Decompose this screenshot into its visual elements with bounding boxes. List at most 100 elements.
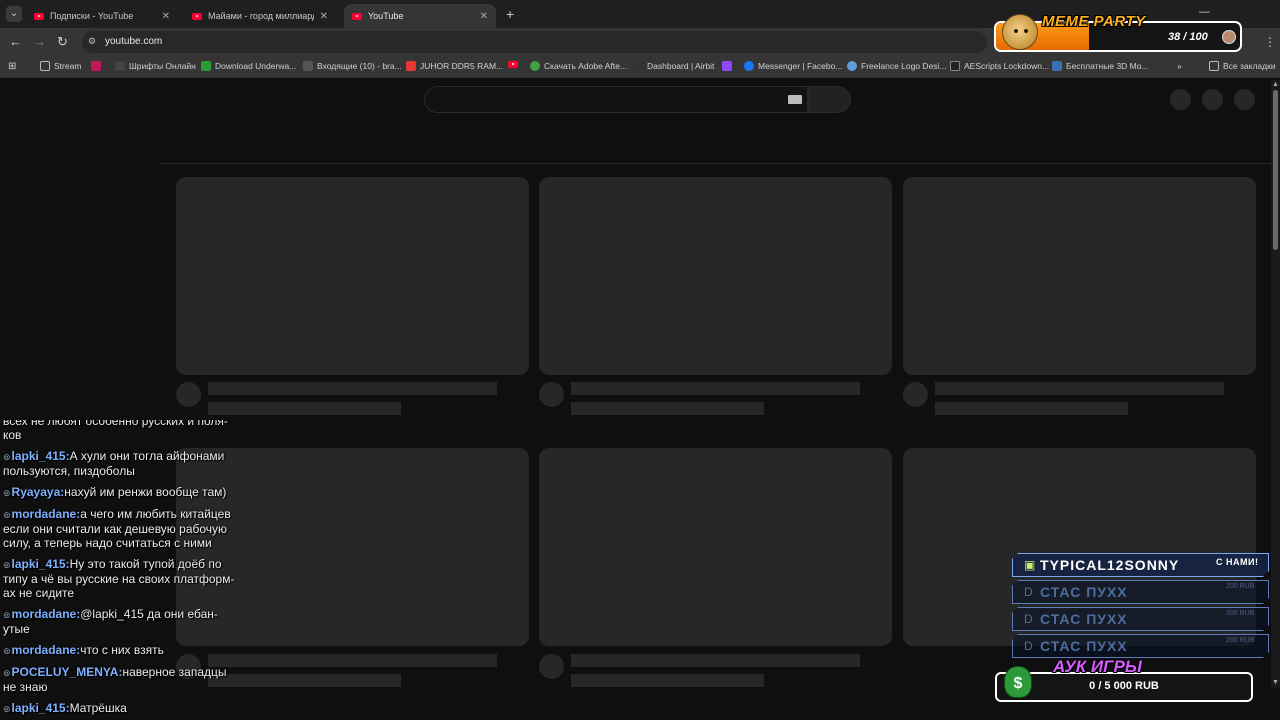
bookmark-messenger[interactable]: Messenger | Facebo... (744, 61, 842, 71)
tab-title: Майами - город миллиардеров (208, 11, 314, 21)
donation-name: TYPICAL12SONNY (1040, 557, 1180, 573)
twitch-icon: ▣ (1024, 558, 1036, 572)
meta-placeholder (208, 402, 401, 415)
bookmark-twitch[interactable] (722, 61, 732, 71)
minimize-icon[interactable]: — (1199, 6, 1210, 18)
arrow-left-icon[interactable]: ← (9, 34, 22, 49)
grid-icon[interactable]: ⊞ (8, 61, 19, 72)
chat-message-text: Матрёшка (69, 701, 127, 715)
donation-icon: D (1024, 612, 1033, 626)
keyboard-icon[interactable] (788, 95, 802, 104)
auction-title: АУК ИГРЫ (1053, 657, 1142, 676)
chat-username: Ryayaya: (11, 485, 65, 499)
chat-message-text: всех не любят особенно русских и поля-ко… (3, 420, 228, 442)
arrow-right-icon[interactable]: → (33, 34, 46, 49)
title-placeholder (571, 382, 860, 395)
chat-message: ⊚Ryayaya:нахуй им ренжи вообще там) (3, 485, 243, 500)
tab-title: Подписки - YouTube (50, 11, 134, 21)
chat-message: ⊚mordadane:а чего им любить китайцев есл… (3, 507, 243, 550)
chat-message: ⊚lapki_415:Ну это такой тупой доёб по ти… (3, 557, 243, 600)
auction-value: 0 / 5 000 RUB (1089, 680, 1159, 692)
search-input[interactable] (424, 86, 808, 113)
tab-miami[interactable]: Майами - город миллиардеров ✕ (184, 4, 336, 28)
facebook-icon (744, 61, 754, 71)
reload-icon[interactable]: ↻ (57, 34, 68, 50)
bookmark-favicon-icon (847, 61, 857, 71)
channel-avatar-placeholder (539, 654, 564, 679)
scrollbar-thumb[interactable] (1273, 90, 1278, 250)
bookmark-stream[interactable]: Stream (40, 61, 81, 71)
bookmark-aescripts[interactable]: AEScripts Lockdown... (950, 61, 1049, 71)
tab-search-button[interactable]: ⌄ (6, 6, 22, 22)
video-thumbnail-placeholder[interactable] (539, 177, 892, 375)
divider (160, 163, 1271, 164)
bookmark-fonts[interactable]: Шрифты Онлайн (115, 61, 196, 71)
with-us-label: С НАМИ! (1216, 557, 1259, 567)
folder-icon (40, 61, 50, 71)
close-icon[interactable]: ✕ (480, 11, 488, 22)
avatar[interactable] (1234, 89, 1255, 110)
channel-avatar-placeholder (903, 382, 928, 407)
meme-party-title: MEME PARTY (1042, 13, 1146, 30)
bookmark-favicon-icon (530, 61, 540, 71)
donation-amount: 200 RUB (1226, 610, 1255, 617)
close-icon[interactable]: ✕ (162, 11, 170, 22)
donation-name: СТАС ПУХХ (1040, 584, 1128, 600)
tab-subscriptions[interactable]: Подписки - YouTube ✕ (26, 4, 178, 28)
donation-amount: 200 RUB (1226, 637, 1255, 644)
twitch-icon (722, 61, 732, 71)
channel-avatar-placeholder (539, 382, 564, 407)
bookmark-airbit[interactable]: Dashboard | Airbit (633, 61, 714, 71)
bookmark-freelance[interactable]: Freelance Logo Desi... (847, 61, 947, 71)
chat-username: lapki_415: (11, 449, 70, 463)
chat-username: mordadane: (11, 607, 81, 621)
scroll-up-icon[interactable]: ▲ (1272, 81, 1279, 88)
doge-icon (1002, 14, 1038, 50)
folder-icon (1209, 61, 1219, 71)
chat-username: lapki_415: (11, 701, 70, 715)
chat-message: ⊚mordadane:@lapki_415 да они ебан-утые (3, 607, 243, 636)
video-thumbnail-placeholder[interactable] (903, 177, 1256, 375)
youtube-favicon-icon (508, 61, 518, 68)
video-thumbnail-placeholder[interactable] (176, 177, 529, 375)
bookmark-icon-only[interactable] (91, 61, 101, 71)
chat-message: ⊚lapki_415:Матрёшка (3, 701, 243, 716)
bookmark-inbox[interactable]: Входящие (10) - bra... (303, 61, 402, 71)
scroll-down-icon[interactable]: ▼ (1272, 679, 1279, 686)
url-text[interactable]: youtube.com (105, 36, 162, 47)
bookmark-favicon-icon (201, 61, 211, 71)
bookmark-3d-models[interactable]: Бесплатные 3D Mo... (1052, 61, 1149, 71)
youtube-favicon-icon (34, 12, 44, 20)
plus-icon[interactable]: + (506, 6, 514, 22)
bookmark-favicon-icon (633, 61, 643, 71)
bookmark-favicon-icon (115, 61, 125, 71)
notifications-button-placeholder[interactable] (1202, 89, 1223, 110)
search-button[interactable] (808, 86, 851, 113)
bookmarks-overflow-icon[interactable]: » (1177, 61, 1182, 71)
bookmark-download[interactable]: Download Underwa... (201, 61, 296, 71)
kebab-icon[interactable]: ⋮ (1264, 35, 1276, 49)
doge-eye (1014, 29, 1018, 33)
bookmark-youtube[interactable] (508, 61, 518, 68)
chat-message-text: что с них взять (80, 643, 164, 657)
chat-username: mordadane: (11, 643, 81, 657)
close-icon[interactable]: ✕ (320, 11, 328, 22)
bookmark-adobe[interactable]: Скачать Adobe Afte... (530, 61, 627, 71)
chevron-double-right-icon: » (1177, 61, 1182, 71)
bookmark-favicon-icon (406, 61, 416, 71)
badge-icon: ⊚ (3, 560, 11, 570)
tune-icon[interactable]: ⚙ (88, 36, 100, 48)
bookmark-favicon-icon (950, 61, 960, 71)
chat-message-text: нахуй им ренжи вообще там) (64, 485, 227, 499)
chat-message: ⊚lapki_415:А хули они тогла айфонами пол… (3, 449, 243, 478)
create-button-placeholder[interactable] (1170, 89, 1191, 110)
meta-placeholder (571, 402, 764, 415)
bookmark-juhor[interactable]: JUHOR DDR5 RAM... (406, 61, 503, 71)
chat-username: POCELUY_MENYA: (11, 665, 123, 679)
bookmark-all[interactable]: Все закладки (1209, 61, 1276, 71)
tab-youtube[interactable]: YouTube ✕ (344, 4, 496, 28)
address-bar[interactable] (82, 31, 987, 53)
video-thumbnail-placeholder[interactable] (539, 448, 892, 646)
title-placeholder (208, 382, 497, 395)
bookmark-favicon-icon (303, 61, 313, 71)
